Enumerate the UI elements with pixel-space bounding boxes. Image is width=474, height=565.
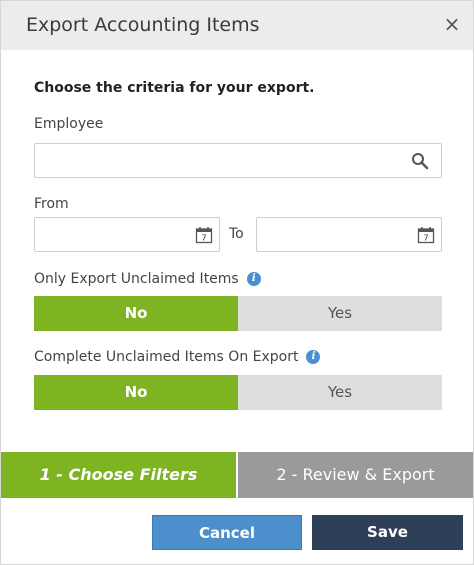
only-unclaimed-yes-option[interactable]: Yes <box>238 296 442 331</box>
to-date-input[interactable]: 7 <box>256 217 442 252</box>
search-icon[interactable] <box>411 152 429 170</box>
from-date-input[interactable]: 7 <box>34 217 220 252</box>
calendar-icon[interactable]: 7 <box>417 226 435 244</box>
close-icon[interactable]: × <box>443 14 461 34</box>
step-choose-filters[interactable]: 1 - Choose Filters <box>1 452 236 498</box>
complete-unclaimed-yes-option[interactable]: Yes <box>238 375 442 410</box>
to-label: To <box>229 226 244 242</box>
calendar-icon[interactable]: 7 <box>195 226 213 244</box>
step-review-export[interactable]: 2 - Review & Export <box>238 452 473 498</box>
dialog-header: Export Accounting Items × <box>1 1 473 50</box>
svg-text:7: 7 <box>423 234 428 243</box>
only-unclaimed-label: Only Export Unclaimed Items i <box>34 271 261 287</box>
info-icon[interactable]: i <box>306 350 321 364</box>
complete-unclaimed-toggle: No Yes <box>34 375 442 410</box>
svg-text:7: 7 <box>201 234 206 243</box>
only-unclaimed-no-option[interactable]: No <box>34 296 238 331</box>
dialog-title: Export Accounting Items <box>26 14 260 36</box>
only-unclaimed-label-text: Only Export Unclaimed Items <box>34 271 239 287</box>
info-icon[interactable]: i <box>246 272 261 286</box>
employee-search-input[interactable] <box>34 143 442 178</box>
wizard-steps: 1 - Choose Filters 2 - Review & Export <box>1 452 473 498</box>
only-unclaimed-toggle: No Yes <box>34 296 442 331</box>
save-button[interactable]: Save <box>312 515 463 550</box>
complete-unclaimed-label: Complete Unclaimed Items On Export i <box>34 349 321 365</box>
employee-label: Employee <box>34 116 104 132</box>
form-instructions: Choose the criteria for your export. <box>34 80 315 96</box>
complete-unclaimed-no-option[interactable]: No <box>34 375 238 410</box>
cancel-button[interactable]: Cancel <box>152 515 302 550</box>
from-label: From <box>34 196 69 212</box>
complete-unclaimed-label-text: Complete Unclaimed Items On Export <box>34 349 299 365</box>
export-dialog: Export Accounting Items × Choose the cri… <box>0 0 474 565</box>
